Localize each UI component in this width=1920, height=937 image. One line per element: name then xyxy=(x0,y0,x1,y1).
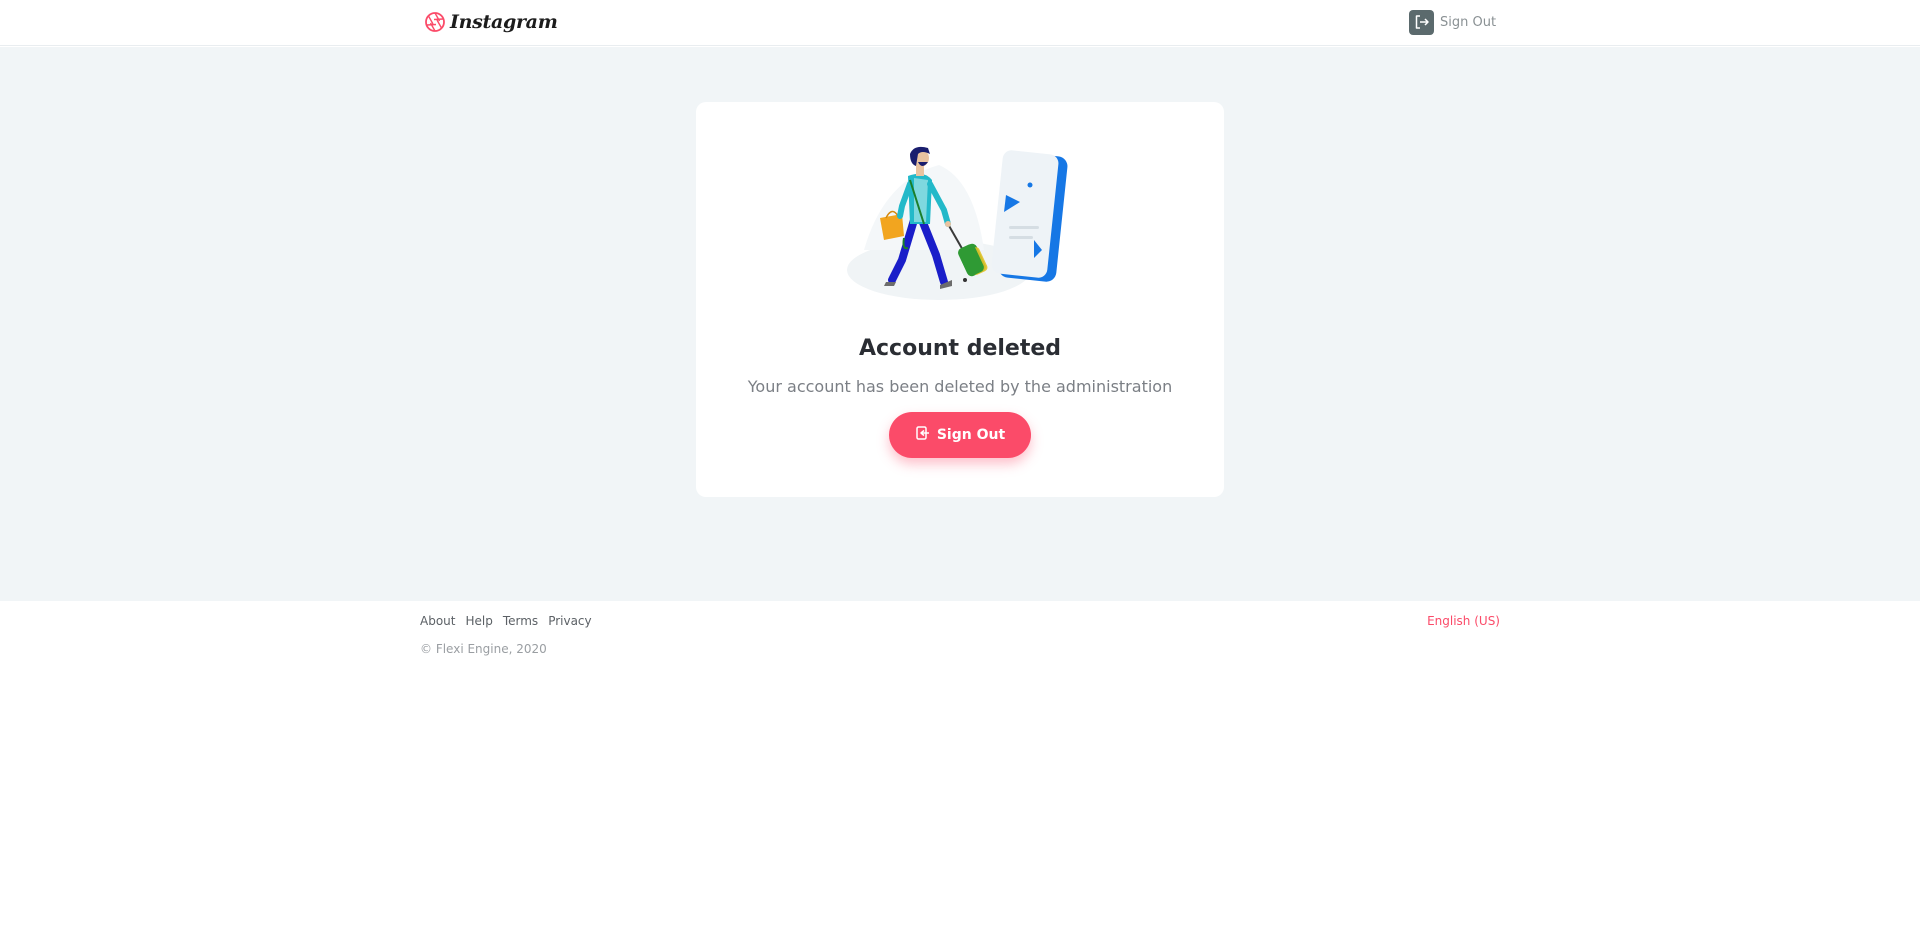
copyright-text: © Flexi Engine, 2020 xyxy=(420,642,547,656)
footer-link-privacy[interactable]: Privacy xyxy=(548,614,591,628)
brand-name: Instagram xyxy=(450,11,558,33)
language-selector[interactable]: English (US) xyxy=(1427,614,1500,628)
footer-link-terms[interactable]: Terms xyxy=(503,614,538,628)
signout-button-label: Sign Out xyxy=(936,427,1006,443)
footer-link-help[interactable]: Help xyxy=(465,614,492,628)
exit-icon xyxy=(1409,9,1434,35)
top-header: Instagram Sign Out xyxy=(0,0,1920,46)
account-deleted-card: Account deleted Your account has been de… xyxy=(696,102,1224,497)
instagram-aperture-icon xyxy=(424,11,446,33)
traveler-illustration xyxy=(844,140,1074,300)
header-signout-button[interactable]: Sign Out xyxy=(1409,9,1496,35)
page-title: Account deleted xyxy=(858,336,1062,361)
page-subtitle: Your account has been deleted by the adm… xyxy=(747,377,1173,396)
exit-icon xyxy=(915,425,931,445)
header-signout-label: Sign Out xyxy=(1440,14,1497,30)
footer-link-about[interactable]: About xyxy=(420,614,455,628)
signout-button[interactable]: Sign Out xyxy=(889,412,1031,458)
page-footer: About Help Terms Privacy © Flexi Engine,… xyxy=(0,601,1920,937)
brand-logo[interactable]: Instagram xyxy=(424,9,558,35)
main-area: Account deleted Your account has been de… xyxy=(0,47,1920,601)
footer-links: About Help Terms Privacy xyxy=(420,614,592,628)
